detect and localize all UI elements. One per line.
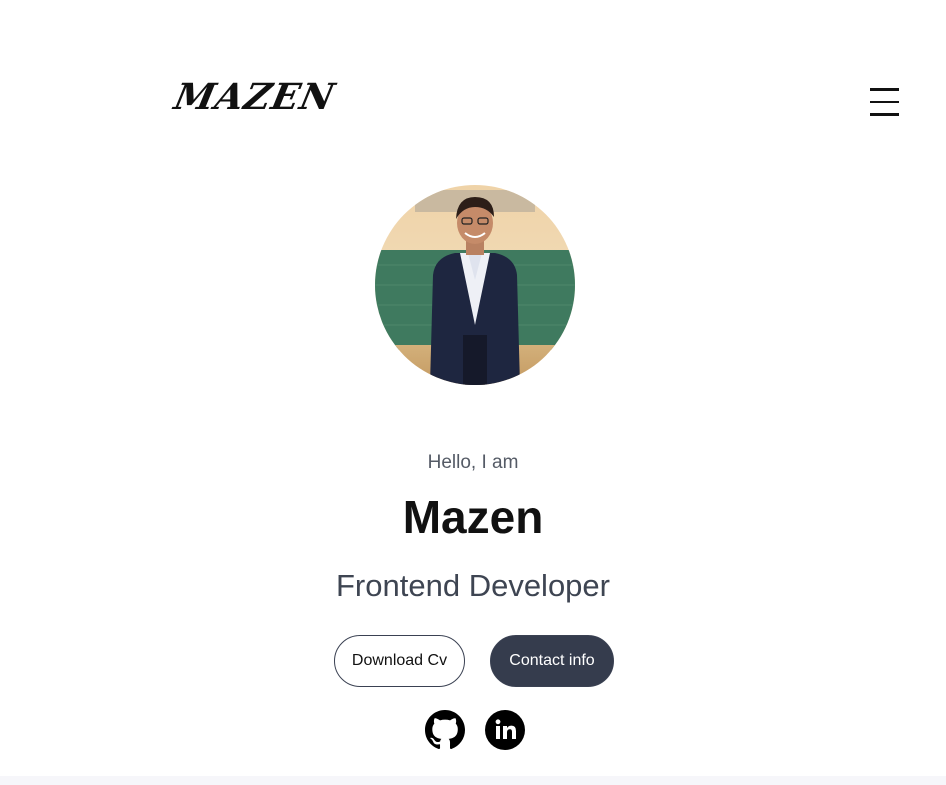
linkedin-icon [485,710,525,750]
role-title: Frontend Developer [336,568,610,603]
hamburger-menu-button[interactable] [868,84,902,118]
hamburger-icon [868,88,902,116]
portfolio-page: MAZEN Hello, I am Mazen Frontend Develop… [0,0,946,785]
greeting-text: Hello, I am [427,452,519,473]
github-icon [425,710,465,750]
download-cv-button[interactable]: Download Cv [334,635,465,687]
footer-strip [0,776,946,785]
github-link[interactable] [425,710,465,750]
linkedin-link[interactable] [485,710,525,750]
profile-photo [375,185,575,385]
logo[interactable]: MAZEN [171,76,339,118]
contact-info-button[interactable]: Contact info [490,635,614,687]
name-heading: Mazen [402,491,544,543]
